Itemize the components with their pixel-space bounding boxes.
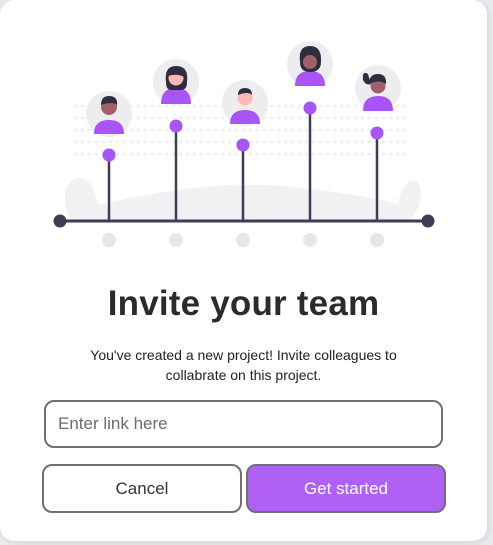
avatar-4-icon: [287, 41, 333, 87]
timeline-start-dot: [53, 214, 67, 228]
avatar-2-icon: [153, 59, 199, 105]
dialog-title: Invite your team: [107, 284, 380, 323]
invite-link-input[interactable]: [44, 400, 443, 448]
team-illustration: [53, 41, 435, 247]
avatar-3-icon: [222, 80, 268, 126]
invite-team-dialog: Invite your team You've created a new pr…: [0, 0, 487, 541]
dialog-subtitle: You've created a new project! Invite col…: [90, 347, 397, 383]
axis-tick-dots: [102, 233, 384, 247]
get-started-button[interactable]: Get started: [246, 464, 446, 513]
avatar-1-icon: [86, 91, 132, 137]
avatar-5-icon: [355, 65, 401, 111]
timeline-end-dot: [421, 214, 435, 228]
cancel-button[interactable]: Cancel: [42, 464, 242, 513]
